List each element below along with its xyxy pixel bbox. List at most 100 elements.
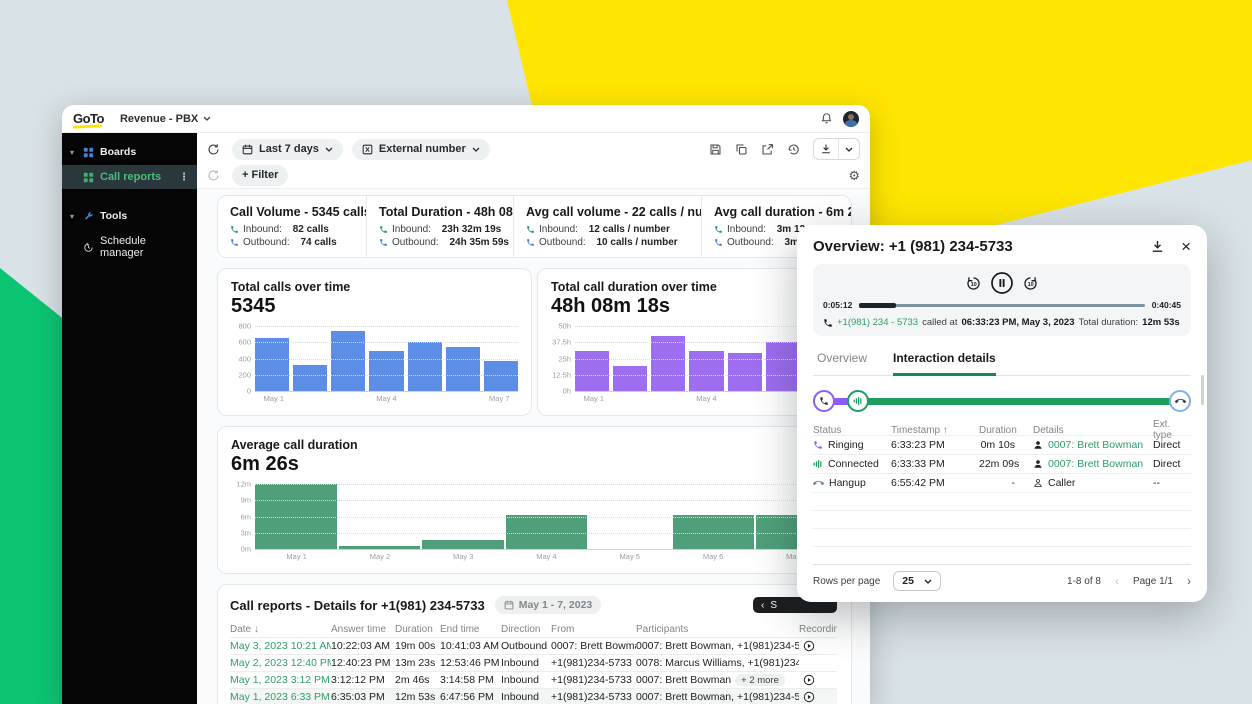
ringing-marker[interactable] [813,390,835,412]
empty-row [813,510,1191,528]
person-icon [1033,459,1043,469]
y-axis-tick: 50h [558,322,571,331]
more-participants-pill[interactable]: + 2 more [735,674,785,686]
forward-10-icon[interactable]: 10 [1022,275,1039,292]
column-header[interactable]: Direction [501,624,551,635]
sidebar-item-label: Tools [100,210,127,222]
prev-page-button[interactable]: ‹ [1115,574,1119,588]
next-page-button[interactable]: › [1187,574,1191,588]
close-icon[interactable]: × [1181,238,1191,255]
app-topbar: GoTo Revenue - PBX [62,105,870,133]
sidebar-item-call-reports[interactable]: Call reports ⋮ [62,165,197,189]
x-axis-tick [763,394,801,403]
dimension-filter[interactable]: External number [352,139,490,160]
column-header[interactable]: End time [440,624,501,635]
rows-per-page-select[interactable]: 25 [893,571,941,591]
settings-gear-icon[interactable]: ⚙ [848,169,860,182]
sidebar-group-boards[interactable]: ▾ Boards [62,139,197,165]
rewind-10-icon[interactable]: 10 [965,275,982,292]
column-header[interactable]: Ext. type [1137,419,1191,441]
refresh-icon[interactable] [207,143,220,156]
download-split-button[interactable] [813,138,860,160]
details-cell[interactable]: 0007: Brett Bowman [1019,458,1137,470]
date-range-badge: May 1 - 7, 2023 [495,596,602,614]
pause-icon[interactable] [990,271,1014,295]
column-header[interactable]: Answer time [331,624,395,635]
share-icon[interactable] [761,143,774,156]
recording-cell[interactable] [799,691,837,703]
column-header[interactable]: Details [1019,425,1137,436]
recording-cell[interactable] [799,640,837,652]
column-header[interactable]: Status [813,425,891,436]
y-axis-tick: 200 [238,370,251,379]
kebab-menu-icon[interactable]: ⋮ [179,172,189,183]
history-icon[interactable] [787,143,800,156]
workspace-switcher[interactable]: Revenue - PBX [120,113,211,125]
recording-cell[interactable] [799,674,837,686]
rows-per-page-label: Rows per page [813,576,880,587]
column-header[interactable]: Timestamp ↑ [891,425,979,436]
column-header[interactable]: Duration [979,425,1019,436]
scrollbar-thumb[interactable] [1201,375,1204,405]
goto-logo[interactable]: GoTo [73,112,104,125]
tab-overview[interactable]: Overview [817,351,867,375]
date-link[interactable]: May 2, 2023 12:40 PM [230,657,331,669]
interaction-row[interactable]: Connected6:33:33 PM22m 09s0007: Brett Bo… [813,454,1191,473]
bell-icon[interactable] [820,112,833,125]
table-row[interactable]: May 3, 2023 10:21 AM10:22:03 AM19m 00s10… [230,637,837,654]
summary-card-total-duration[interactable]: Total Duration - 48h 08m 18s Inbound: 23… [366,196,513,257]
column-header[interactable]: Participants [636,624,799,635]
chevron-down-icon [924,579,932,584]
dashboard-content: Call Volume - 5345 calls Inbound: 82 cal… [197,188,870,704]
user-avatar[interactable] [843,111,859,127]
gridline [255,326,518,327]
date-range-label: Last 7 days [259,143,319,155]
table-row[interactable]: May 1, 2023 6:33 PM6:35:03 PM12m 53s6:47… [230,688,837,704]
table-row[interactable]: May 2, 2023 12:40 PM12:40:23 PM13m 23s12… [230,654,837,671]
x-axis-tick [330,394,368,403]
add-filter-button[interactable]: + Filter [232,165,288,186]
save-icon[interactable] [709,143,722,156]
summary-card-call-volume[interactable]: Call Volume - 5345 calls Inbound: 82 cal… [218,196,366,257]
empty-row [813,528,1191,546]
ext-type: Direct [1137,439,1191,451]
outbound-call-icon [379,238,388,247]
column-header[interactable]: Date ↓ [230,624,331,635]
duplicate-icon[interactable] [735,143,748,156]
sidebar-item-schedule-manager[interactable]: Schedule manager [62,229,197,265]
date-link[interactable]: May 3, 2023 10:21 AM [230,640,331,652]
details-cell[interactable]: 0007: Brett Bowman [1019,439,1137,451]
call-overview-panel: Overview: +1 (981) 234-5733 × 10 10 0:05… [797,225,1207,602]
duration: 13m 23s [395,657,440,669]
connected-icon [813,459,823,469]
column-header[interactable]: Recordings [799,624,837,635]
bar [293,365,327,391]
date-link[interactable]: May 1, 2023 3:12 PM [230,674,331,686]
chart-title: Total calls over time [231,280,518,294]
table-row[interactable]: May 1, 2023 3:12 PM3:12:12 PM2m 46s3:14:… [230,671,837,688]
summary-card-avg-call-volume[interactable]: Avg call volume - 22 calls / number Inbo… [513,196,701,257]
column-header[interactable]: From [551,624,636,635]
ext-type: -- [1137,477,1191,489]
interaction-row[interactable]: Hangup6:55:42 PM-Caller-- [813,473,1191,492]
column-header[interactable]: Duration [395,624,440,635]
bar [369,351,403,391]
from: +1(981)234-5733 [551,657,636,669]
sidebar-group-tools[interactable]: ▾ Tools [62,203,197,229]
interaction-row[interactable]: Ringing6:33:23 PM0m 10s0007: Brett Bowma… [813,435,1191,454]
direction: Inbound [501,657,551,669]
download-icon[interactable] [1150,239,1165,254]
tab-interaction-details[interactable]: Interaction details [893,351,996,376]
bar [255,338,289,391]
caller-number-link[interactable]: +1(981) 234 - 5733 [837,317,918,328]
call-timeline[interactable] [813,389,1191,413]
hangup-marker[interactable] [1169,390,1191,412]
seek-bar[interactable] [859,304,1144,307]
empty-row [813,546,1191,564]
date-range-filter[interactable]: Last 7 days [232,139,343,160]
connected-marker[interactable] [847,390,869,412]
chart-big-value: 48h 08m 18s [551,295,838,318]
bar [331,331,365,391]
svg-text:10: 10 [971,282,977,288]
date-link[interactable]: May 1, 2023 6:33 PM [230,691,331,703]
